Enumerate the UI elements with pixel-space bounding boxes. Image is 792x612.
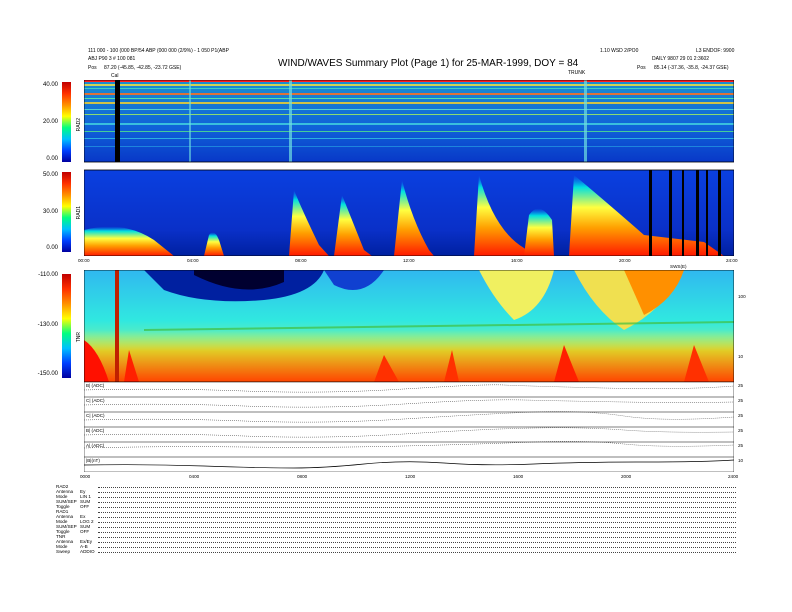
rad2-colorbar xyxy=(62,82,71,162)
tnr-colorbar xyxy=(62,274,71,378)
header-left-pos-label: Pos xyxy=(88,65,97,71)
rad1-tick-bottom: 0.00 xyxy=(46,245,58,251)
lineplot-right-6: 10 xyxy=(738,458,744,463)
status-key-13: Sweep xyxy=(56,549,71,554)
status-line xyxy=(98,517,736,518)
time-tick-6: 24:00 xyxy=(726,258,738,263)
lineplot-label-2: C| (ADC) xyxy=(86,398,105,403)
lineplot-label-6: |B|(nT) xyxy=(86,458,100,463)
status-line xyxy=(98,537,736,538)
bottom-time-3: 1200 xyxy=(405,474,416,479)
lineplot-right-1: 25 xyxy=(738,383,744,388)
tnr-right-tick-10: 10 xyxy=(738,354,744,359)
time-tick-5: 20:00 xyxy=(619,258,631,263)
status-val-13: ADDIO xyxy=(80,549,95,554)
bottom-time-1: 0400 xyxy=(189,474,200,479)
status-line xyxy=(98,492,736,493)
header-left-line1: 111 000 - 100 (000 BP/54 ABP (000 000 (2… xyxy=(88,48,229,54)
rad1-tick-mid: 30.00 xyxy=(42,209,58,215)
lineplot-label-3: C| (ADC) xyxy=(86,413,105,418)
lineplot-right-4: 25 xyxy=(738,428,744,433)
bottom-time-4: 1600 xyxy=(513,474,524,479)
bottom-time-5: 2000 xyxy=(621,474,632,479)
status-line xyxy=(98,507,736,508)
lineplot-right-3: 25 xyxy=(738,413,744,418)
header-trunk: TRUNK xyxy=(568,70,586,76)
time-tick-2: 08:00 xyxy=(295,258,307,263)
lineplot-right-2: 25 xyxy=(738,398,744,403)
status-block: RAD2 Antenna Ey Mode LIN 1 SUM/SEP SUM Togg… xyxy=(56,484,736,554)
tnr-tick-top: -110.00 xyxy=(38,272,58,278)
rad2-tick-mid: 20.00 xyxy=(42,119,58,125)
status-line xyxy=(98,547,736,548)
status-line xyxy=(98,552,736,553)
tnr-name: TNR xyxy=(76,332,82,343)
rad-spectrograms xyxy=(84,80,734,256)
status-line xyxy=(98,522,736,523)
lineplot-label-4: B| (ADC) xyxy=(86,428,105,433)
rad1-tick-top: 50.00 xyxy=(42,172,58,178)
tnr-spectrogram xyxy=(84,270,734,382)
time-tick-1: 04:00 xyxy=(187,258,199,263)
header-right-line1: L3 ENDOF: 9900 xyxy=(696,48,735,54)
header-right-pos-label: Pos xyxy=(637,65,646,71)
line-plots xyxy=(84,382,734,472)
time-tick-4: 16:00 xyxy=(511,258,523,263)
status-line xyxy=(98,532,736,533)
rad2-tick-bottom: 0.00 xyxy=(46,156,58,162)
bottom-time-0: 0000 xyxy=(80,474,91,479)
header-center-right: 1.10 WSD 2/PO0 xyxy=(600,48,639,54)
lineplot-right-5: 25 xyxy=(738,443,744,448)
status-line xyxy=(98,542,736,543)
status-line xyxy=(98,497,736,498)
tnr-tick-mid: -130.00 xyxy=(37,322,58,328)
status-line xyxy=(98,502,736,503)
cal-marker: Cal xyxy=(111,73,119,79)
header-left-pos-value: 87.20 (-45.85, -42.85, -23.72 GSE) xyxy=(104,65,182,71)
mid-label: SWS(E) xyxy=(670,264,687,269)
bottom-time-2: 0800 xyxy=(297,474,308,479)
header-left-line2: ABJ P90 3 # 100 081 xyxy=(88,56,136,62)
status-line xyxy=(98,512,736,513)
rad1-colorbar xyxy=(62,172,71,252)
rad1-name: RAD1 xyxy=(76,206,82,220)
header-right-pos-value: 85.14 (-37.36, -35.8, -24.37 GSE) xyxy=(654,65,729,71)
status-line xyxy=(98,527,736,528)
rad2-tick-top: 40.00 xyxy=(42,82,58,88)
plot-title: WIND/WAVES Summary Plot (Page 1) for 25-… xyxy=(278,58,579,69)
tnr-tick-bottom: -150.00 xyxy=(37,371,58,377)
lineplot-label-5: A| (ADC) xyxy=(86,443,105,448)
rad2-name: RAD2 xyxy=(76,118,82,132)
tnr-right-tick-100: 100 xyxy=(738,294,746,299)
status-line xyxy=(98,487,736,488)
header-right-line2: DAILY 9807 29 01 2:3602 xyxy=(652,56,710,62)
time-tick-3: 12:00 xyxy=(403,258,415,263)
bottom-time-6: 2400 xyxy=(728,474,739,479)
lineplot-label-1: B| (ADC) xyxy=(86,383,105,388)
time-tick-0: 00:00 xyxy=(78,258,90,263)
